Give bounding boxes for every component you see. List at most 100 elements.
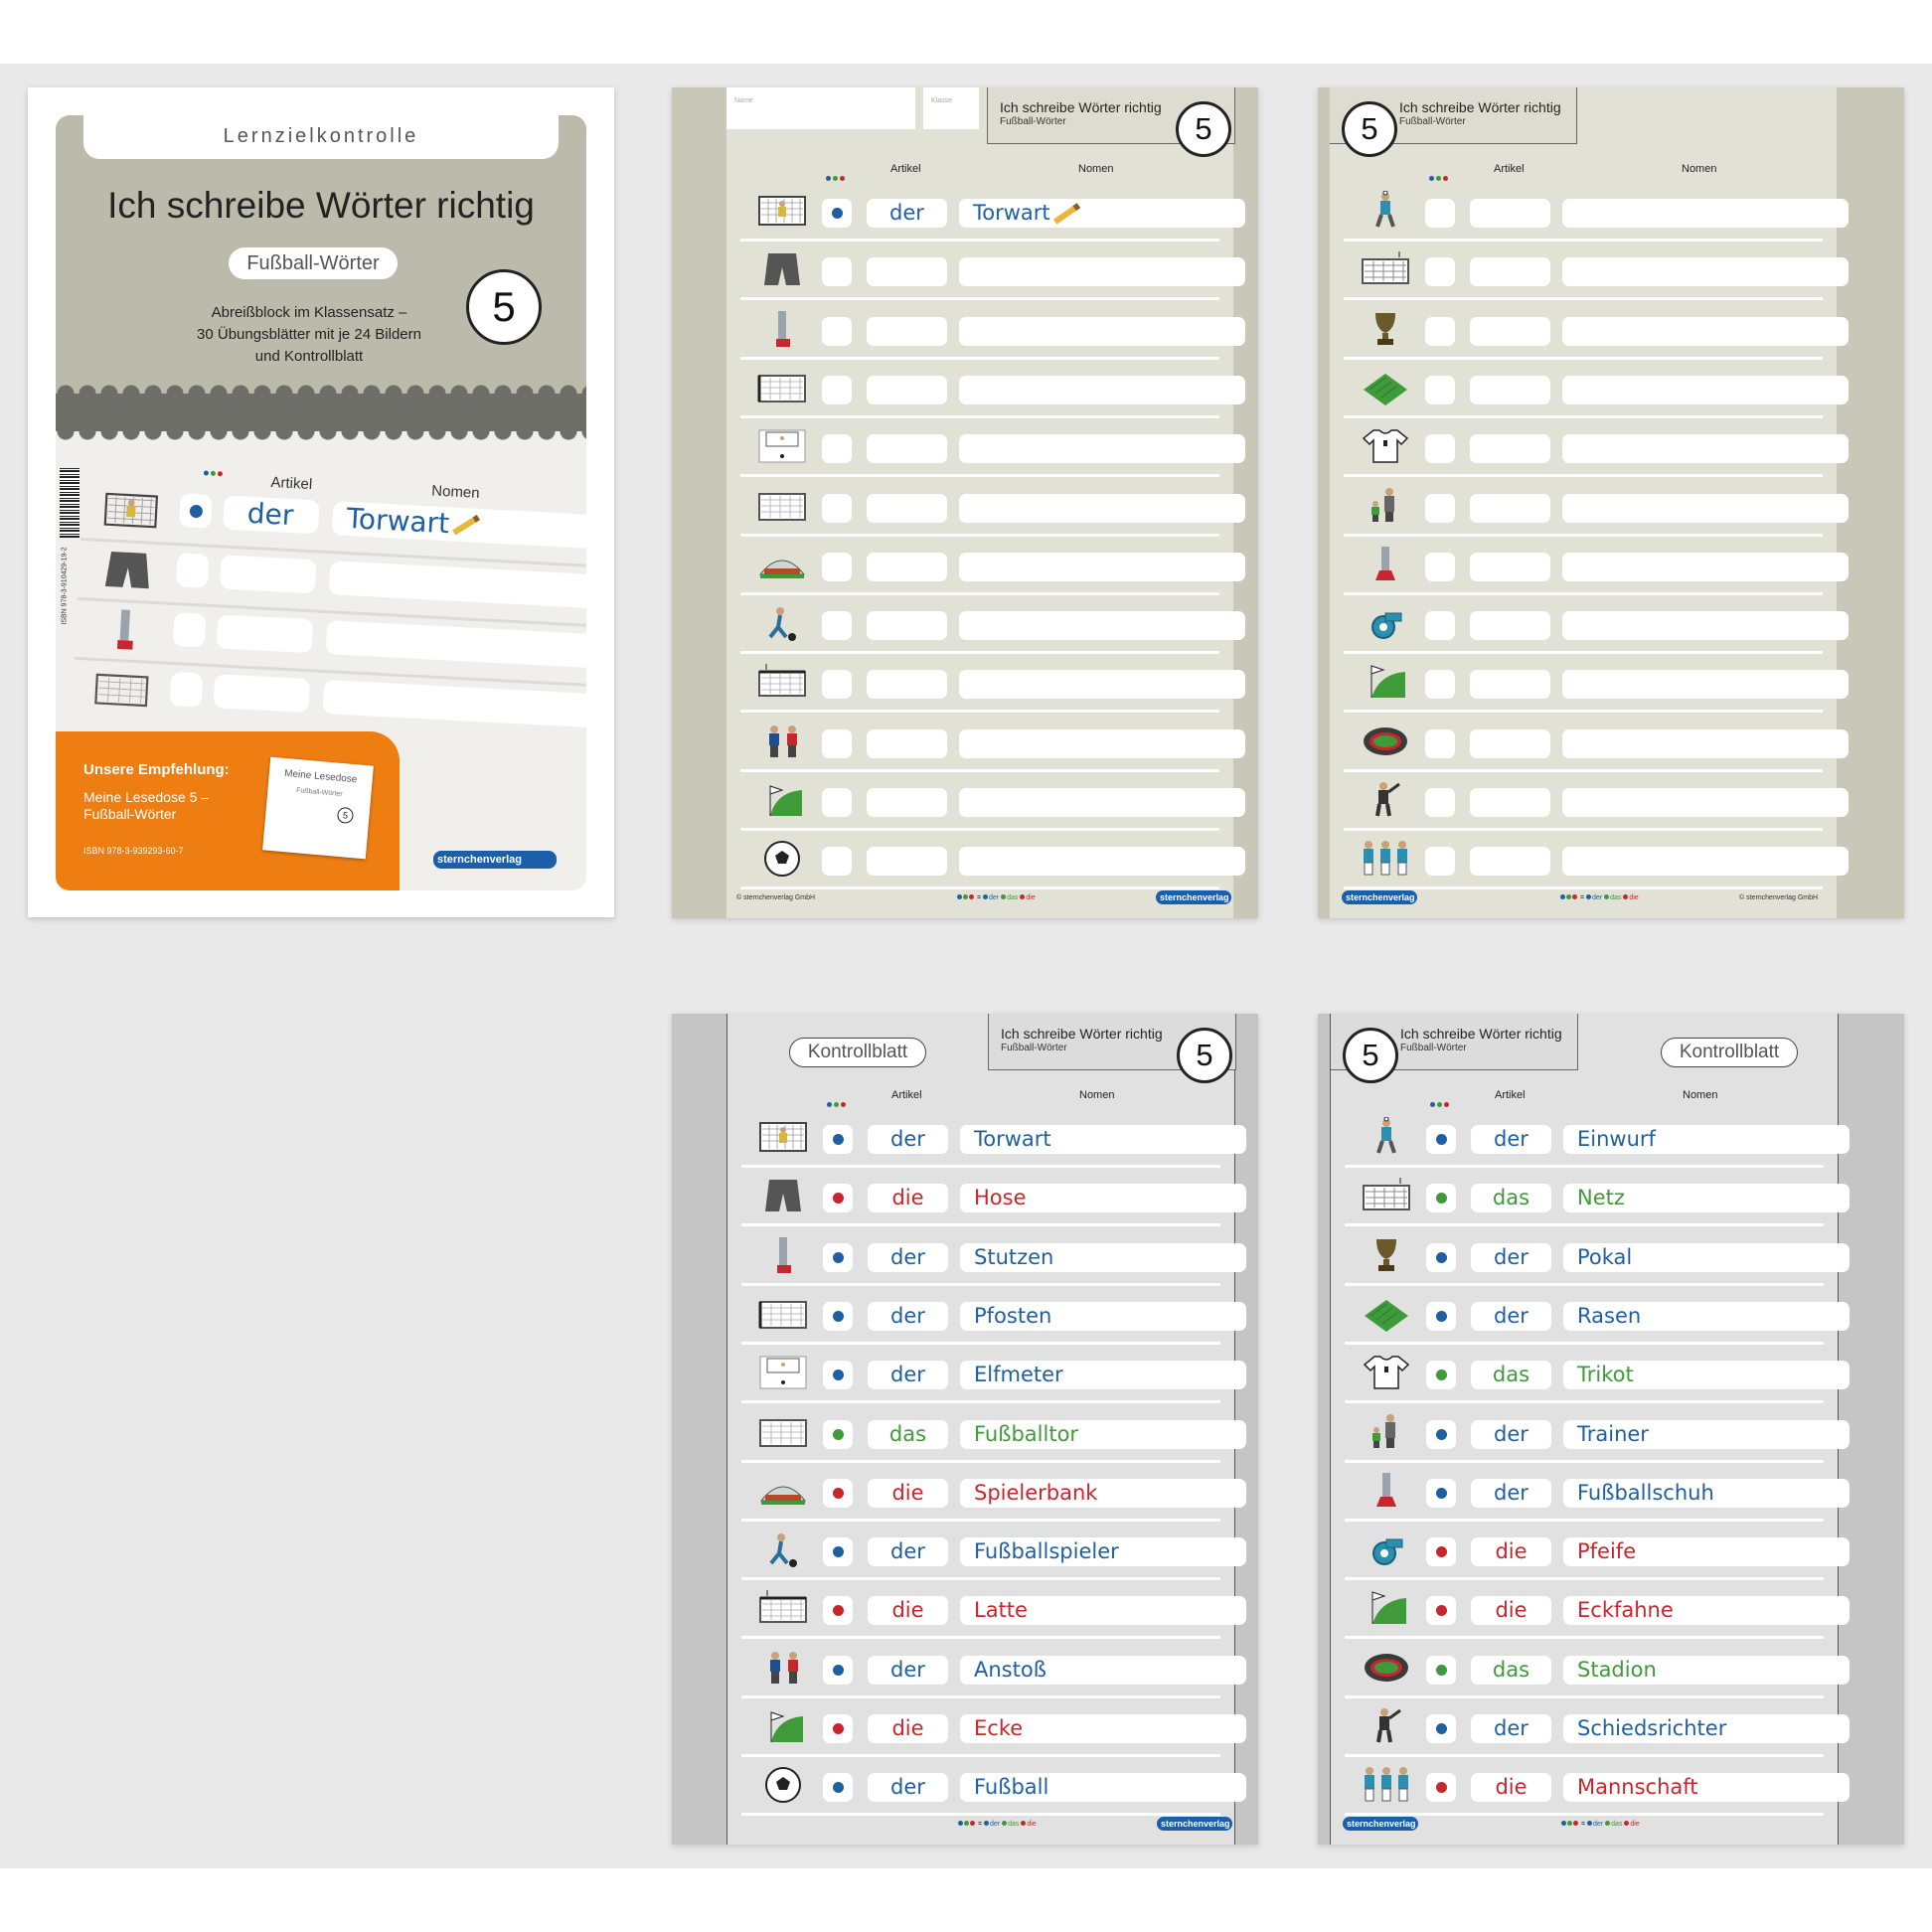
gender-dot-field[interactable] <box>823 1773 853 1803</box>
article-field[interactable] <box>867 670 947 700</box>
article-field[interactable]: der <box>868 1773 948 1803</box>
article-field[interactable]: das <box>1471 1361 1551 1390</box>
gender-dot-field[interactable] <box>823 1537 853 1567</box>
noun-field[interactable] <box>959 552 1245 581</box>
gender-dot-field[interactable] <box>823 1301 853 1331</box>
gender-dot-field[interactable] <box>1425 375 1455 404</box>
gender-dot-field[interactable] <box>1425 257 1455 287</box>
noun-field[interactable]: Stadion <box>1563 1655 1850 1685</box>
article-field[interactable]: die <box>1471 1596 1551 1626</box>
article-field[interactable]: der <box>868 1537 948 1567</box>
gender-dot-field[interactable] <box>823 1714 853 1743</box>
gender-dot-field[interactable] <box>822 552 852 581</box>
noun-field[interactable]: Fußballspieler <box>960 1537 1246 1567</box>
noun-field[interactable]: Anstoß <box>960 1655 1246 1685</box>
gender-dot-field[interactable] <box>822 847 852 877</box>
article-field[interactable] <box>867 493 947 523</box>
article-field[interactable] <box>1470 316 1550 346</box>
noun-field[interactable]: Einwurf <box>1563 1125 1850 1154</box>
article-field[interactable] <box>1470 493 1550 523</box>
article-field[interactable] <box>867 434 947 464</box>
noun-field[interactable] <box>1562 316 1849 346</box>
noun-field[interactable]: Ecke <box>960 1714 1246 1743</box>
gender-dot-field[interactable] <box>1426 1301 1456 1331</box>
noun-field[interactable]: Rasen <box>1563 1301 1850 1331</box>
noun-field[interactable]: Pokal <box>1563 1242 1850 1272</box>
article-field[interactable]: der <box>1471 1478 1551 1508</box>
gender-dot-field[interactable] <box>1426 1714 1456 1743</box>
article-field[interactable]: der <box>868 1125 948 1154</box>
noun-field[interactable]: Elfmeter <box>960 1361 1246 1390</box>
noun-field[interactable]: Torwart <box>960 1125 1246 1154</box>
article-field[interactable]: die <box>868 1596 948 1626</box>
noun-field[interactable] <box>959 788 1245 817</box>
noun-field[interactable] <box>1562 199 1849 228</box>
noun-field[interactable]: Netz <box>1563 1184 1850 1213</box>
noun-field[interactable]: Fußballschuh <box>1563 1478 1850 1508</box>
noun-field[interactable] <box>959 611 1245 641</box>
article-field[interactable]: die <box>1471 1537 1551 1567</box>
noun-field[interactable]: Pfosten <box>960 1301 1246 1331</box>
gender-dot-field[interactable] <box>822 316 852 346</box>
gender-dot-field[interactable] <box>823 1125 853 1154</box>
article-field[interactable] <box>867 611 947 641</box>
noun-field[interactable] <box>1562 257 1849 287</box>
noun-field[interactable] <box>1562 611 1849 641</box>
gender-dot-field[interactable] <box>1426 1537 1456 1567</box>
class-field[interactable]: Klasse <box>923 87 979 129</box>
gender-dot-field[interactable] <box>823 1419 853 1449</box>
article-field[interactable] <box>867 257 947 287</box>
gender-dot-field[interactable] <box>823 1184 853 1213</box>
noun-field[interactable] <box>1562 375 1849 404</box>
noun-field[interactable] <box>959 375 1245 404</box>
noun-field[interactable] <box>959 493 1245 523</box>
article-field[interactable] <box>1470 728 1550 758</box>
noun-field[interactable]: Latte <box>960 1596 1246 1626</box>
article-field[interactable] <box>1470 788 1550 817</box>
noun-field[interactable]: Eckfahne <box>1563 1596 1850 1626</box>
gender-dot-field[interactable] <box>1425 552 1455 581</box>
name-field[interactable]: Name <box>726 87 915 129</box>
article-field[interactable] <box>1470 847 1550 877</box>
article-field[interactable]: der <box>868 1361 948 1390</box>
noun-field[interactable] <box>1562 728 1849 758</box>
article-field[interactable]: der <box>868 1301 948 1331</box>
article-field[interactable]: der <box>1471 1714 1551 1743</box>
noun-field[interactable]: Schiedsrichter <box>1563 1714 1850 1743</box>
gender-dot-field[interactable] <box>823 1242 853 1272</box>
article-field[interactable] <box>867 316 947 346</box>
gender-dot-field[interactable] <box>823 1596 853 1626</box>
gender-dot-field[interactable] <box>823 1361 853 1390</box>
gender-dot-field[interactable] <box>1426 1478 1456 1508</box>
noun-field[interactable] <box>1562 434 1849 464</box>
article-field[interactable]: die <box>868 1184 948 1213</box>
gender-dot-field[interactable] <box>1425 847 1455 877</box>
noun-field[interactable]: Trainer <box>1563 1419 1850 1449</box>
gender-dot-field[interactable] <box>1425 728 1455 758</box>
article-field[interactable]: das <box>1471 1655 1551 1685</box>
article-field[interactable] <box>1470 257 1550 287</box>
gender-dot-field[interactable] <box>1426 1242 1456 1272</box>
noun-field[interactable] <box>1562 788 1849 817</box>
noun-field[interactable]: Mannschaft <box>1563 1773 1850 1803</box>
noun-field[interactable] <box>1562 493 1849 523</box>
article-field[interactable] <box>1470 375 1550 404</box>
gender-dot-field[interactable] <box>822 375 852 404</box>
gender-dot-field[interactable] <box>1425 434 1455 464</box>
noun-field[interactable] <box>959 670 1245 700</box>
gender-dot-field[interactable] <box>822 199 852 228</box>
article-field[interactable]: der <box>1471 1419 1551 1449</box>
noun-field[interactable]: Pfeife <box>1563 1537 1850 1567</box>
gender-dot-field[interactable] <box>822 434 852 464</box>
gender-dot-field[interactable] <box>823 1478 853 1508</box>
gender-dot-field[interactable] <box>1425 788 1455 817</box>
noun-field[interactable] <box>1562 552 1849 581</box>
gender-dot-field[interactable] <box>1426 1596 1456 1626</box>
article-field[interactable]: der <box>1471 1242 1551 1272</box>
noun-field[interactable] <box>959 847 1245 877</box>
gender-dot-field[interactable] <box>822 257 852 287</box>
article-field[interactable]: der <box>868 1655 948 1685</box>
noun-field[interactable] <box>1562 670 1849 700</box>
gender-dot-field[interactable] <box>822 788 852 817</box>
gender-dot-field[interactable] <box>822 670 852 700</box>
